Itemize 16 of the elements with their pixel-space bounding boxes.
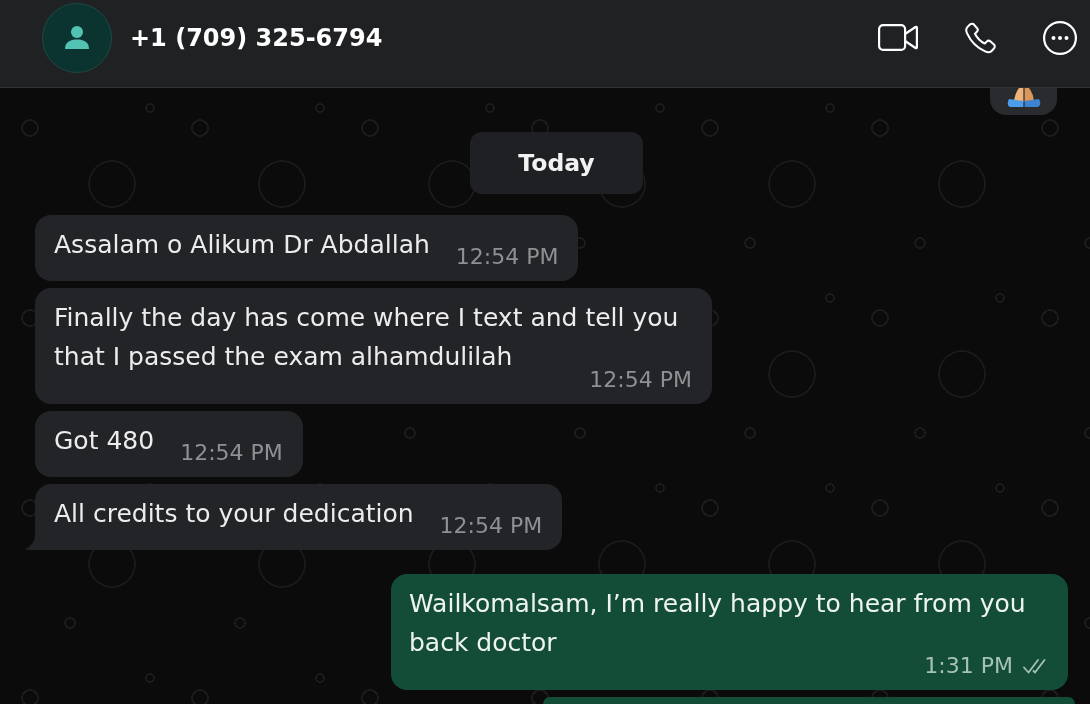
message-time: 12:54 PM — [439, 513, 543, 539]
contact-name: +1 (709) 325-6794 — [130, 22, 383, 53]
video-call-button[interactable] — [878, 24, 918, 51]
reaction-badge[interactable] — [990, 88, 1057, 115]
more-icon — [1043, 20, 1077, 55]
praying-hands-icon — [1005, 88, 1042, 107]
message-text: Got 480 — [54, 425, 155, 457]
person-icon — [64, 24, 90, 51]
message-time: 12:54 PM — [180, 440, 283, 466]
voice-call-button[interactable] — [965, 21, 996, 54]
phone-icon — [965, 21, 996, 54]
message-time: 12:54 PM — [455, 244, 559, 270]
video-camera-icon — [878, 24, 918, 51]
message-text: Assalam o Alikum Dr Abdallah — [54, 229, 430, 261]
message-text: All credits to your dedication — [54, 498, 414, 530]
more-options-button[interactable] — [1043, 20, 1077, 55]
